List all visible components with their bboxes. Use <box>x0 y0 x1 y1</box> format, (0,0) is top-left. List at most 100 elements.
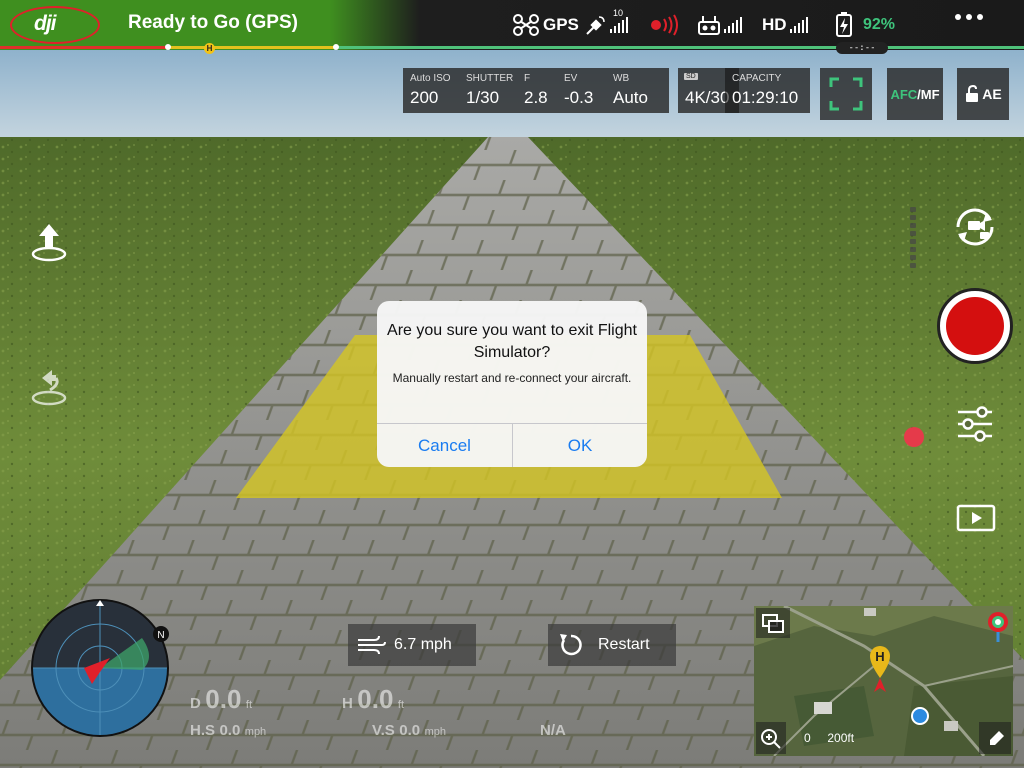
shutter-value: 1/30 <box>466 88 500 107</box>
ev-value: -0.3 <box>564 88 594 107</box>
hd-signal-icon: HD <box>762 15 787 34</box>
focus-area-button[interactable] <box>820 68 872 120</box>
hd-video-indicator[interactable]: HD <box>762 10 808 40</box>
unlock-icon <box>966 85 979 102</box>
aircraft-status-text[interactable]: Ready to Go (GPS) <box>128 12 298 34</box>
map-scale-value: 200ft <box>827 731 855 745</box>
remote-controller-indicator[interactable] <box>697 10 742 40</box>
radar-display: N <box>31 599 169 737</box>
wb-label: WB <box>613 73 630 84</box>
ok-button[interactable]: OK <box>512 424 647 467</box>
height-label: H <box>342 695 353 712</box>
compass-lock-icon[interactable] <box>986 610 1010 644</box>
battery-icon <box>836 12 852 37</box>
sd-card-badge: SD <box>684 73 698 80</box>
takeoff-button[interactable] <box>28 220 70 269</box>
distance-unit: ft <box>245 699 253 711</box>
map-scale-zero: 0 <box>804 731 811 745</box>
ae-label: AE <box>982 86 1002 102</box>
record-button[interactable] <box>937 288 1013 364</box>
home-marker: H <box>204 43 215 54</box>
attitude-radar[interactable]: N <box>30 598 170 738</box>
iso-value: 200 <box>410 88 439 107</box>
restart-button[interactable]: Restart <box>548 624 676 666</box>
hs-unit: mph <box>244 726 267 738</box>
cancel-button[interactable]: Cancel <box>377 424 512 467</box>
vps-value: N/A <box>540 722 566 739</box>
resolution-value: 4K/30 <box>685 88 730 107</box>
distance-readout: D 0.0 ft <box>190 684 252 715</box>
ae-lock-button[interactable]: AE <box>957 68 1009 120</box>
satellite-signal-bars <box>610 17 628 33</box>
gps-indicator[interactable]: GPS <box>512 10 579 40</box>
hs-value: 0.0 <box>219 722 241 739</box>
settings-sliders-icon <box>958 406 992 442</box>
gps-label: GPS <box>543 15 579 34</box>
obstacle-sensing-icon <box>651 14 678 36</box>
return-home-icon <box>31 370 67 406</box>
map-scale: 0 200ft <box>804 731 854 745</box>
dji-logo: dji <box>34 12 56 35</box>
playback-icon <box>956 504 996 532</box>
focus-frame-icon <box>829 77 863 111</box>
wind-speed-value: 6.7 mph <box>394 636 452 653</box>
vs-label: V.S <box>372 722 395 739</box>
zoom-in-icon[interactable] <box>760 728 782 750</box>
capacity-value: 01:29:10 <box>732 88 799 107</box>
dialog-message: Manually restart and re-connect your air… <box>392 371 632 385</box>
iso-label: Auto ISO <box>410 73 451 84</box>
aperture-label: F <box>524 73 531 84</box>
afc-label: AFC <box>890 86 918 102</box>
obstacle-sensing-indicator[interactable] <box>648 10 680 40</box>
height-unit: ft <box>397 699 405 711</box>
gimbal-slider[interactable] <box>910 207 918 271</box>
afc-mf-toggle[interactable]: AFC/MF <box>887 68 943 120</box>
home-point-icon: H <box>870 646 890 692</box>
restart-label: Restart <box>598 636 650 653</box>
dialog-button-row: Cancel OK <box>377 423 647 467</box>
mini-map[interactable]: H <box>754 606 1013 756</box>
record-icon <box>946 297 1004 355</box>
shutter-label: SHUTTER <box>466 73 514 84</box>
camera-settings-button[interactable] <box>956 406 994 447</box>
satellite-indicator[interactable]: 10 <box>585 8 628 40</box>
rc-signal-bars <box>724 17 742 33</box>
camera-exposure-panel[interactable]: Auto ISO 200 SHUTTER 1/30 F 2.8 EV -0.3 … <box>403 68 669 113</box>
height-value: 0.0 <box>357 684 394 714</box>
north-label: N <box>157 630 164 641</box>
ev-label: EV <box>564 73 578 84</box>
map-home-label: H <box>875 649 884 664</box>
wb-value: Auto <box>613 88 648 107</box>
height-readout: H 0.0 ft <box>342 684 404 715</box>
gimbal-indicator: --:-- <box>836 42 888 54</box>
battery-percent: 92% <box>863 16 896 33</box>
dji-home-button[interactable]: dji <box>10 6 100 44</box>
satellite-count: 10 <box>613 8 624 18</box>
camera-mode-switch[interactable] <box>952 205 998 254</box>
aperture-value: 2.8 <box>524 88 548 107</box>
hs-label: H.S <box>190 722 216 739</box>
aircraft-gps-icon <box>513 14 539 36</box>
return-to-home-button[interactable] <box>28 364 70 413</box>
wind-icon <box>358 635 386 655</box>
wind-speed-display: 6.7 mph <box>348 624 476 666</box>
more-settings-button[interactable] <box>955 14 983 20</box>
restart-icon <box>560 634 582 656</box>
recording-status-dot <box>904 427 924 447</box>
battery-indicator[interactable]: 92% <box>833 10 895 40</box>
mf-label: /MF <box>917 86 940 102</box>
takeoff-icon <box>31 224 67 262</box>
hd-signal-bars <box>789 17 808 33</box>
map-expand-icon[interactable] <box>762 614 784 634</box>
playback-button[interactable] <box>956 504 996 537</box>
satellite-icon <box>586 16 605 35</box>
capacity-label: CAPACITY <box>732 73 782 84</box>
exit-simulator-dialog: Are you sure you want to exit Flight Sim… <box>377 301 647 467</box>
clear-path-icon[interactable] <box>986 726 1008 748</box>
remote-controller-icon <box>698 16 720 35</box>
dialog-title: Are you sure you want to exit Flight Sim… <box>387 322 637 361</box>
more-icon <box>955 14 961 20</box>
distance-label: D <box>190 695 201 712</box>
recording-info-panel[interactable]: SD 4K/30 CAPACITY 01:29:10 <box>678 68 810 113</box>
switch-camera-icon <box>956 208 994 246</box>
